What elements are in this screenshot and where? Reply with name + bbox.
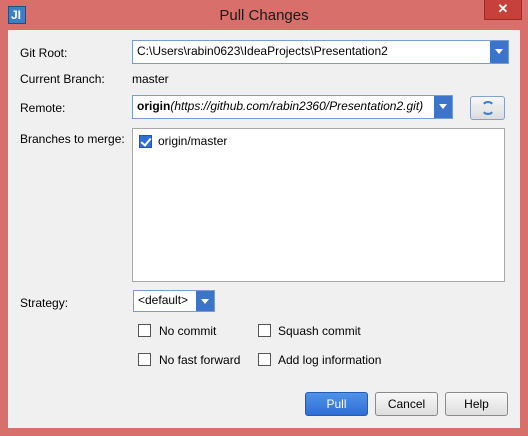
branch-checkbox[interactable] (139, 135, 152, 148)
chevron-down-icon[interactable] (490, 41, 508, 63)
window-title: Pull Changes (219, 7, 309, 24)
refresh-button[interactable] (470, 96, 505, 120)
cancel-button[interactable]: Cancel (375, 392, 438, 416)
no-fast-forward-checkbox[interactable] (138, 353, 151, 366)
add-log-information-checkbox[interactable] (258, 353, 271, 366)
current-branch-value: master (132, 72, 169, 86)
squash-commit-checkbox[interactable] (258, 324, 271, 337)
branch-item-label: origin/master (158, 134, 228, 148)
branches-list[interactable]: origin/master (132, 128, 505, 282)
chevron-down-icon[interactable] (196, 291, 214, 311)
refresh-icon (481, 101, 495, 115)
remote-combo[interactable]: origin(https://github.com/rabin2360/Pres… (132, 95, 453, 119)
strategy-combo[interactable]: <default> (133, 290, 215, 312)
dialog-body: Git Root: C:\Users\rabin0623\IdeaProject… (8, 30, 520, 428)
close-icon: ✕ (497, 1, 509, 16)
add-log-information-label: Add log information (278, 353, 382, 367)
remote-url: (https://github.com/rabin2360/Presentati… (170, 99, 424, 113)
pull-button[interactable]: Pull (305, 392, 368, 416)
chevron-down-icon[interactable] (434, 96, 452, 118)
git-root-combo[interactable]: C:\Users\rabin0623\IdeaProjects\Presenta… (132, 40, 509, 64)
strategy-label: Strategy: (20, 296, 69, 310)
no-fast-forward-label: No fast forward (159, 353, 241, 367)
no-commit-label: No commit (159, 324, 217, 338)
close-button[interactable]: ✕ (484, 0, 522, 20)
git-root-label-text: Git Root: (20, 46, 68, 60)
remote-label: Remote: (20, 101, 66, 115)
git-root-label: Git Root: (20, 46, 67, 60)
git-root-value: C:\Users\rabin0623\IdeaProjects\Presenta… (137, 44, 388, 58)
remote-name: origin (137, 99, 171, 113)
remote-value: origin(https://github.com/rabin2360/Pres… (137, 99, 423, 113)
current-branch-label: Current Branch: (20, 72, 105, 86)
strategy-value: <default> (138, 293, 189, 307)
branches-label: Branches to merge: (20, 132, 125, 146)
no-commit-checkbox[interactable] (138, 324, 151, 337)
title-bar: JI Pull Changes ✕ (0, 0, 528, 30)
squash-commit-label: Squash commit (278, 324, 361, 338)
help-button[interactable]: Help (445, 392, 508, 416)
